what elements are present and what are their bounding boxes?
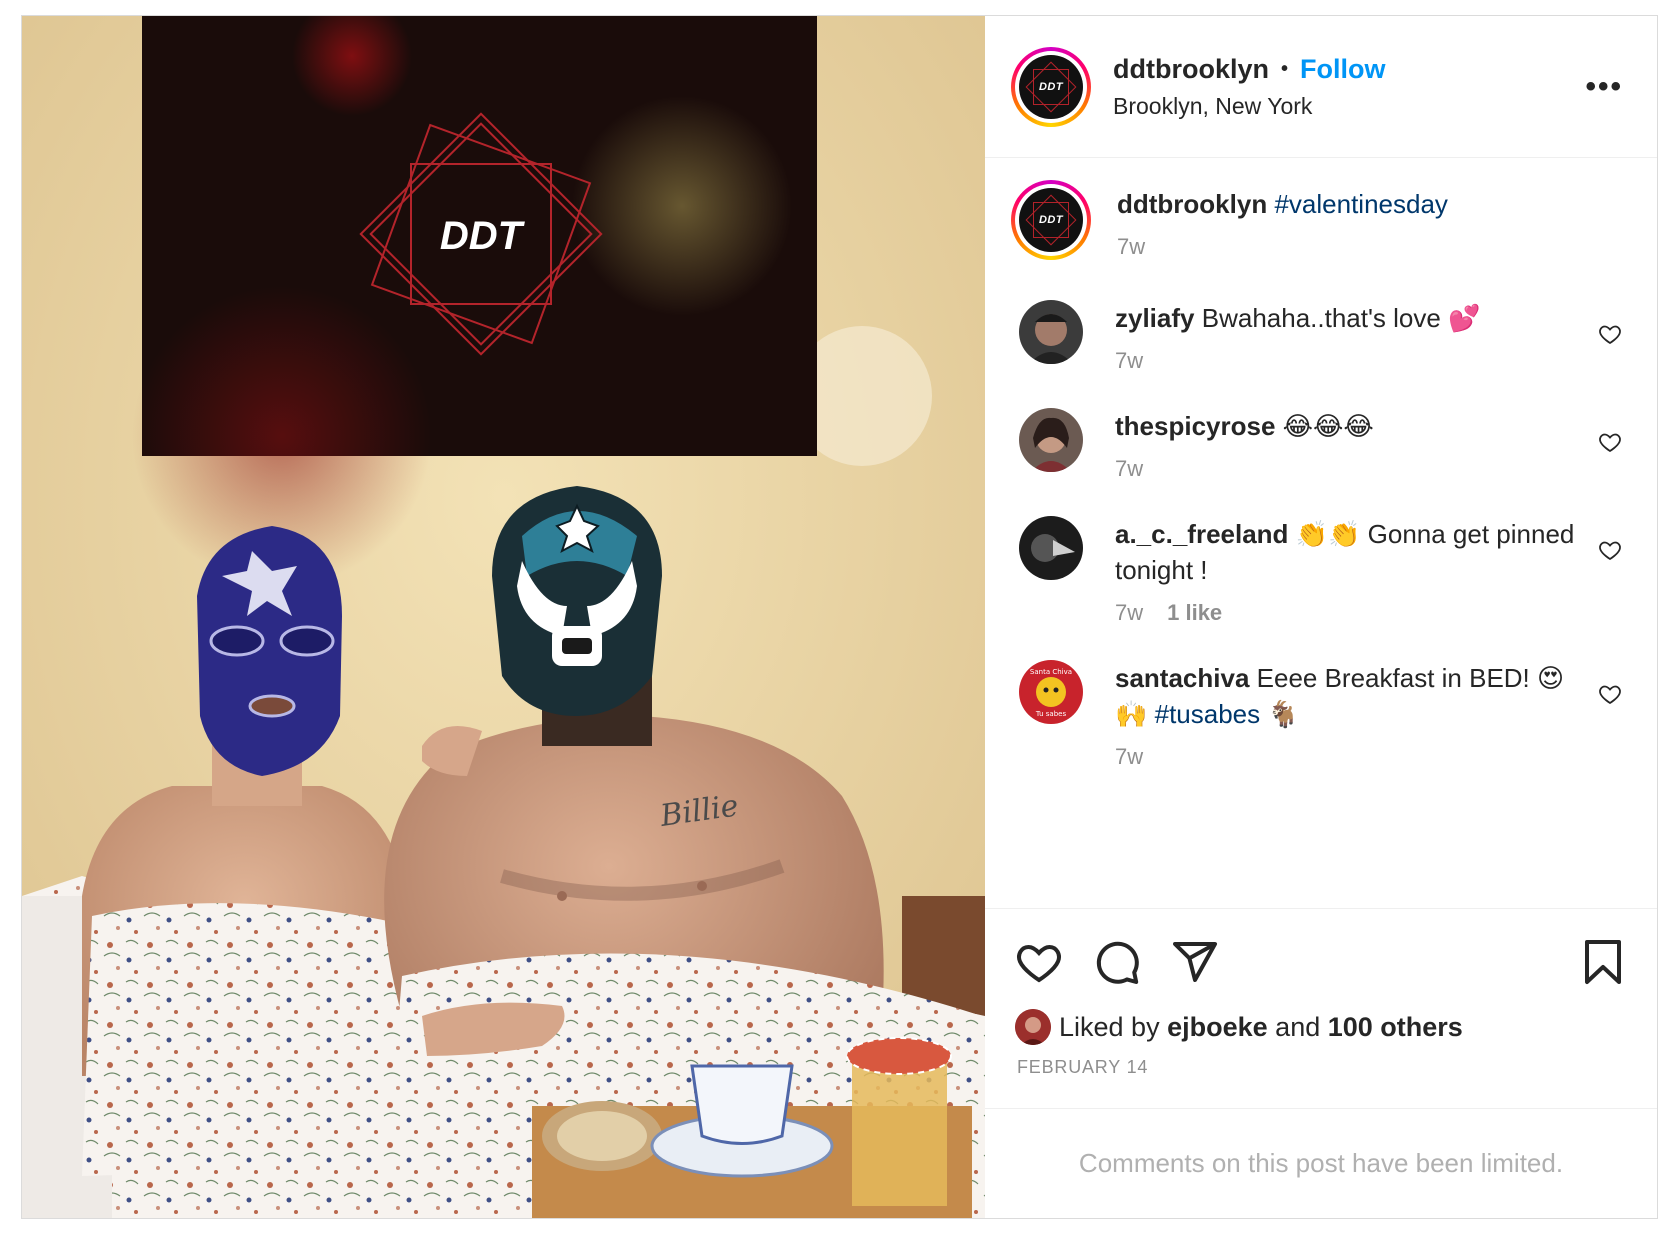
separator-dot: • xyxy=(1281,57,1289,80)
comment-time[interactable]: 7w xyxy=(1115,348,1143,374)
caption-username[interactable]: ddtbrooklyn xyxy=(1117,189,1267,219)
location-link[interactable]: Brooklyn, New York xyxy=(1113,93,1386,120)
comment-like-heart-icon[interactable] xyxy=(1597,430,1623,454)
avatar[interactable] xyxy=(1019,300,1083,364)
liked-by-user[interactable]: ejboeke xyxy=(1167,1012,1268,1043)
header-username[interactable]: ddtbrooklyn xyxy=(1113,54,1269,85)
more-icon[interactable]: ••• xyxy=(1585,70,1623,104)
comment-item: Santa Chiva Tu sabes santachiva Eeee Bre… xyxy=(1011,660,1633,770)
comment-text: Bwahaha..that's love 💕 xyxy=(1201,303,1481,333)
share-icon[interactable] xyxy=(1171,938,1219,986)
follow-button[interactable]: Follow xyxy=(1300,54,1385,85)
comment-username[interactable]: a._c._freeland xyxy=(1115,519,1288,549)
comment-emoji: 🐐 xyxy=(1267,699,1300,729)
comment-like-heart-icon[interactable] xyxy=(1597,322,1623,346)
comment-username[interactable]: santachiva xyxy=(1115,663,1249,693)
avatar[interactable]: Santa Chiva Tu sabes xyxy=(1019,660,1083,724)
comment-time[interactable]: 7w xyxy=(1115,600,1143,626)
comment-item: thespicyrose 😂😂😂 7w xyxy=(1011,408,1633,482)
avatar[interactable] xyxy=(1019,516,1083,580)
comment-likes[interactable]: 1 like xyxy=(1167,600,1222,626)
comment-item: zyliafy Bwahaha..that's love 💕 7w xyxy=(1011,300,1633,374)
svg-text:Tu sabes: Tu sabes xyxy=(1035,710,1067,718)
svg-text:Santa Chiva: Santa Chiva xyxy=(1030,668,1072,676)
comments-limited-notice: Comments on this post have been limited. xyxy=(985,1108,1657,1218)
comment-hashtag[interactable]: #tusabes xyxy=(1155,699,1261,729)
post-header: DDT ddtbrooklyn • Follow Brooklyn, New Y… xyxy=(985,16,1657,158)
comment-icon[interactable] xyxy=(1093,938,1141,986)
avatar[interactable] xyxy=(1015,1009,1051,1045)
caption-time[interactable]: 7w xyxy=(1117,234,1145,260)
post-sidebar: DDT ddtbrooklyn • Follow Brooklyn, New Y… xyxy=(985,16,1657,1218)
comment-username[interactable]: zyliafy xyxy=(1115,303,1195,333)
bookmark-icon[interactable] xyxy=(1579,938,1627,986)
caption-avatar[interactable]: DDT xyxy=(1011,180,1091,260)
post-photo: DDT Billie xyxy=(22,16,985,1218)
heart-icon[interactable] xyxy=(1015,938,1063,986)
comment-item: a._c._freeland 👏👏 Gonna get pinned tonig… xyxy=(1011,516,1633,626)
comment-like-heart-icon[interactable] xyxy=(1597,538,1623,562)
avatar: DDT xyxy=(1019,54,1083,119)
likes-count-link[interactable]: 100 others xyxy=(1328,1012,1463,1043)
comment-username[interactable]: thespicyrose xyxy=(1115,411,1275,441)
likes-summary: Liked by ejboeke and 100 others xyxy=(1015,1009,1627,1045)
avatar[interactable] xyxy=(1019,408,1083,472)
post-image[interactable]: DDT Billie xyxy=(22,16,985,1218)
comment-text: 😂😂😂 xyxy=(1282,411,1374,441)
caption-hashtag[interactable]: #valentinesday xyxy=(1274,189,1447,219)
comment-time[interactable]: 7w xyxy=(1115,456,1143,482)
sign-text: DDT xyxy=(440,214,526,258)
post-date[interactable]: FEBRUARY 14 xyxy=(1017,1057,1627,1078)
story-ring-avatar[interactable]: DDT xyxy=(1011,46,1091,127)
comments-list: DDT ddtbrooklyn #valentinesday 7w zyliaf… xyxy=(985,158,1657,908)
comment-time[interactable]: 7w xyxy=(1115,744,1143,770)
comment-like-heart-icon[interactable] xyxy=(1597,682,1623,706)
caption: DDT ddtbrooklyn #valentinesday 7w xyxy=(1011,180,1633,260)
action-bar: Liked by ejboeke and 100 others FEBRUARY… xyxy=(985,908,1657,1108)
instagram-post: DDT Billie DDT ddtbrooklyn • Follow Broo… xyxy=(21,15,1658,1219)
